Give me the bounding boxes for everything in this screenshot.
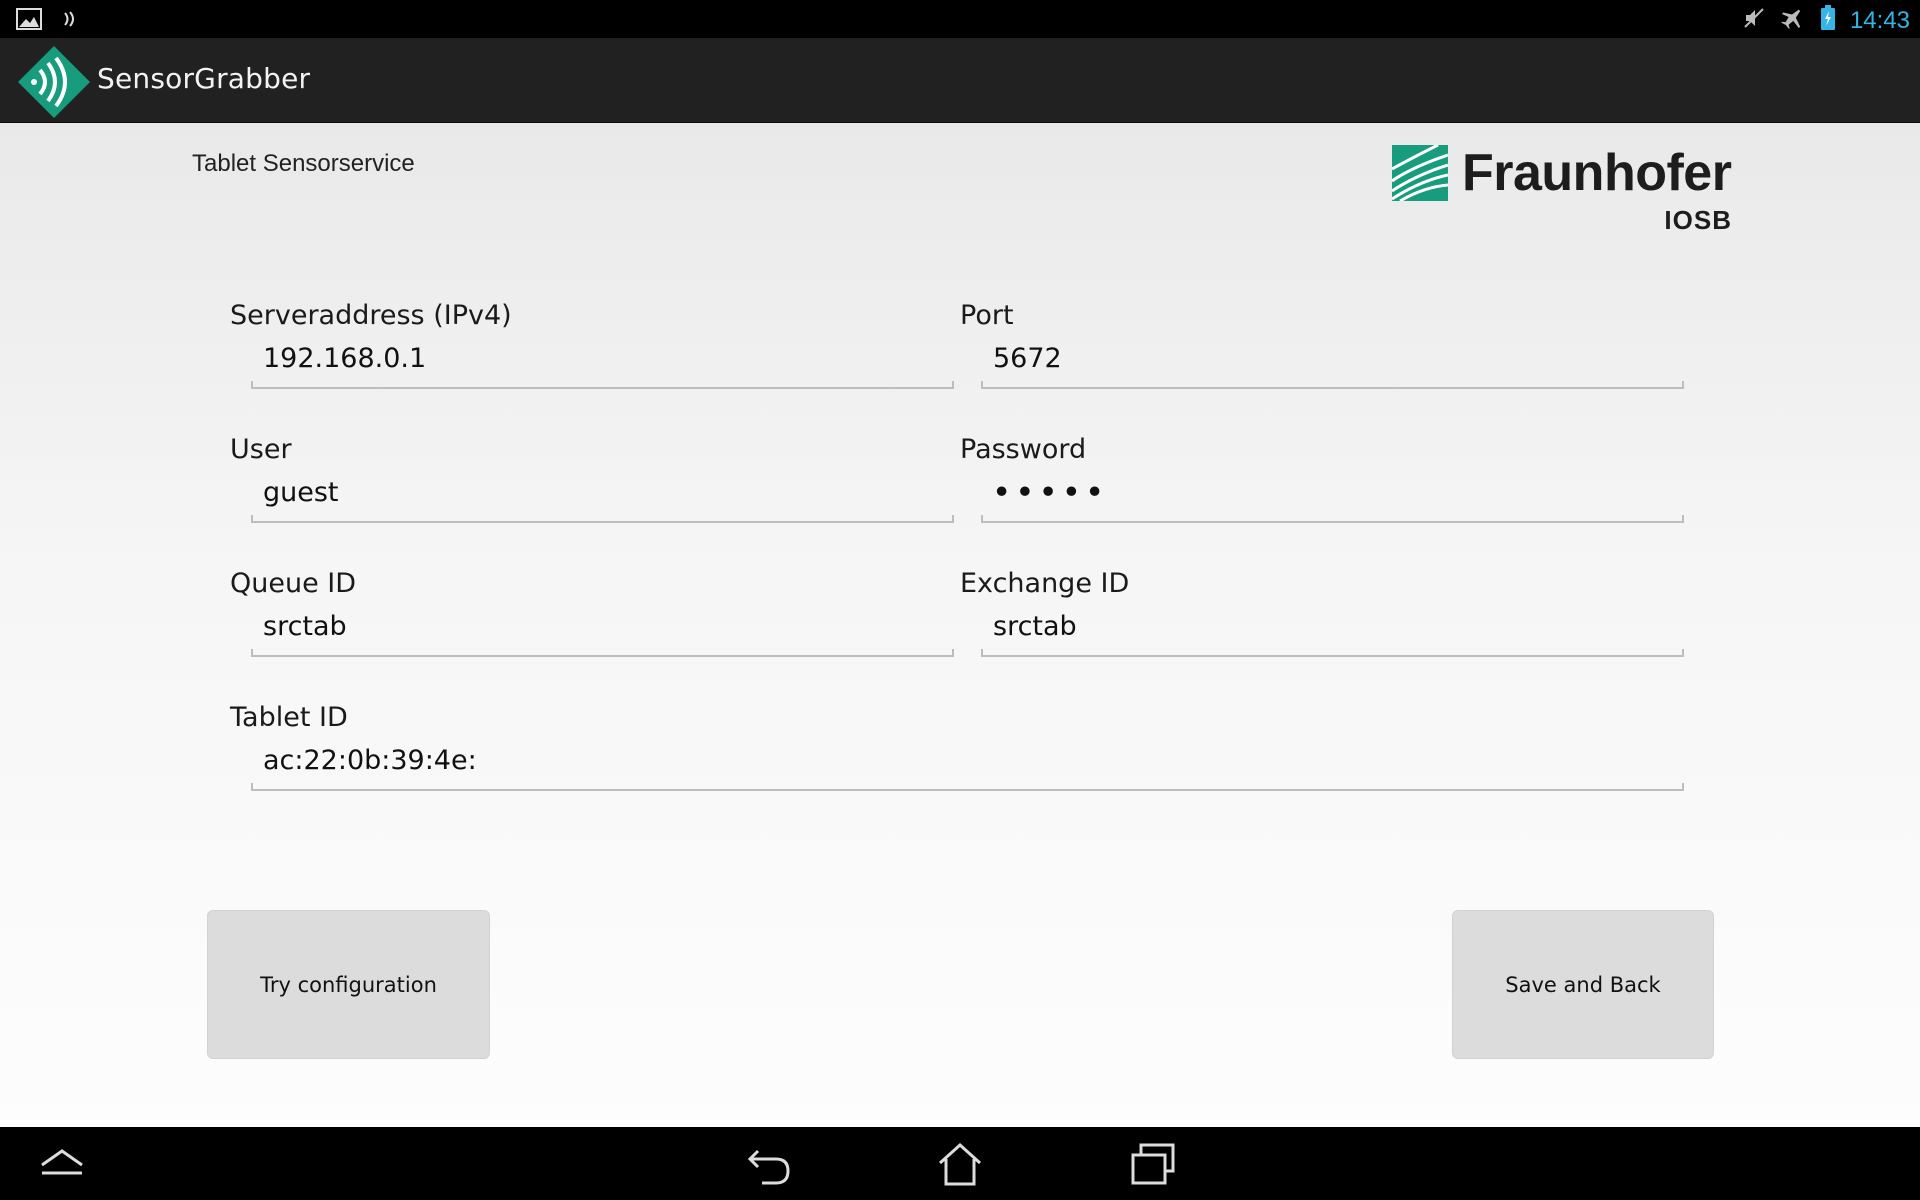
server-address-value: 192.168.0.1 [263,343,427,374]
status-time: 14:43 [1849,6,1910,34]
exchange-id-value: srctab [993,611,1077,642]
port-input[interactable]: 5672 [981,341,1684,389]
exchange-id-label: Exchange ID [960,568,1130,599]
tablet-id-input[interactable]: ac:22:0b:39:4e: [251,743,1684,791]
battery-icon [1820,5,1836,36]
airplane-mode-icon [1780,6,1806,35]
user-input[interactable]: guest [251,475,954,523]
gallery-icon [16,8,42,35]
password-label: Password [960,434,1087,465]
queue-id-label: Queue ID [230,568,357,599]
page-subtitle: Tablet Sensorservice [192,150,415,177]
back-icon[interactable] [744,1141,796,1187]
server-address-label: Serveraddress (IPv4) [230,300,512,331]
home-icon[interactable] [934,1141,986,1187]
menu-up-icon[interactable] [36,1141,88,1187]
sensorgrabber-logo-icon[interactable] [18,46,90,118]
tablet-id-value: ac:22:0b:39:4e: [263,745,477,776]
app-title: SensorGrabber [97,62,311,95]
fraunhofer-mark-icon [1391,143,1449,203]
server-address-input[interactable]: 192.168.0.1 [251,341,954,389]
password-value: ••••• [993,477,1110,508]
queue-id-value: srctab [263,611,347,642]
settings-content: Tablet Sensorservice Fraunhofer IOSB Ser… [0,123,1920,1127]
password-input[interactable]: ••••• [981,475,1684,523]
tablet-id-label: Tablet ID [230,702,348,733]
port-label: Port [960,300,1014,331]
action-bar: SensorGrabber [0,38,1920,123]
exchange-id-input[interactable]: srctab [981,609,1684,657]
try-configuration-button[interactable]: Try configuration [207,910,490,1059]
sensor-notification-icon [60,9,80,34]
user-value: guest [263,477,339,508]
mute-icon [1742,6,1766,35]
user-label: User [230,434,292,465]
status-bar: 14:43 [0,0,1920,38]
port-value: 5672 [993,343,1062,374]
queue-id-input[interactable]: srctab [251,609,954,657]
save-and-back-button[interactable]: Save and Back [1452,910,1714,1059]
recent-apps-icon[interactable] [1127,1141,1179,1187]
brand-subname: IOSB [1664,205,1732,235]
brand-name: Fraunhofer [1462,144,1732,202]
fraunhofer-logo: Fraunhofer IOSB [1391,143,1732,241]
navigation-bar [0,1127,1920,1200]
